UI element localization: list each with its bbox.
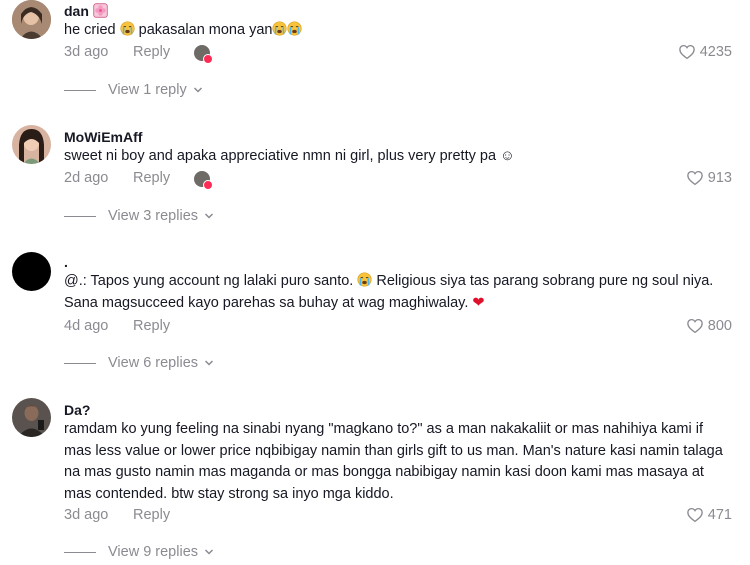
creator-liked-avatar — [194, 171, 213, 190]
comment-date: 3d ago — [64, 44, 109, 60]
comment-author[interactable]: dan — [64, 3, 108, 19]
comment-date: 4d ago — [64, 318, 109, 334]
chevron-down-icon — [193, 85, 203, 95]
comment-date: 3d ago — [64, 507, 109, 523]
comment-author[interactable]: . — [64, 254, 68, 270]
avatar-photo-icon — [12, 398, 51, 437]
divider-line — [64, 362, 96, 364]
author-name: dan — [64, 3, 89, 19]
heart-outline-icon — [686, 317, 704, 335]
avatar-photo-icon — [12, 125, 51, 164]
comment-author[interactable]: MoWiEmAff — [64, 129, 142, 145]
avatar[interactable] — [12, 0, 51, 39]
like-button[interactable]: 4235 — [678, 43, 732, 61]
view-replies-button[interactable]: View 6 replies — [64, 355, 214, 371]
divider-line — [64, 89, 96, 91]
view-replies-button[interactable]: View 9 replies — [64, 544, 214, 560]
avatar-photo-icon — [12, 0, 51, 39]
avatar[interactable] — [12, 125, 51, 164]
view-replies-button[interactable]: View 1 reply — [64, 82, 203, 98]
avatar[interactable] — [12, 252, 51, 291]
comment-text: ramdam ko yung feeling na sinabi nyang "… — [64, 421, 723, 502]
comment-meta: 4d ago Reply — [64, 318, 170, 334]
chevron-down-icon — [204, 211, 214, 221]
like-count: 913 — [707, 170, 732, 186]
reply-button[interactable]: Reply — [133, 170, 170, 186]
red-heart-emoji: ❤ — [472, 294, 485, 311]
comment-text: @.: Tapos yung account ng lalaki puro sa… — [64, 272, 714, 311]
comment-date: 2d ago — [64, 170, 109, 186]
like-count: 4235 — [699, 44, 732, 60]
heart-outline-icon — [678, 43, 696, 61]
like-button[interactable]: 471 — [686, 506, 732, 524]
like-count: 471 — [707, 507, 732, 523]
crying-face-emoji — [120, 21, 135, 36]
comment-text: he cried pakasalan mona yan — [64, 20, 734, 42]
crying-face-emoji — [287, 21, 302, 36]
crying-face-emoji — [357, 272, 372, 287]
heart-outline-icon — [686, 506, 704, 524]
crying-face-emoji — [272, 21, 287, 36]
divider-line — [64, 215, 96, 217]
avatar[interactable] — [12, 398, 51, 437]
divider-line — [64, 551, 96, 553]
chevron-down-icon — [204, 547, 214, 557]
like-button[interactable]: 800 — [686, 317, 732, 335]
cherry-blossom-emoji — [93, 3, 108, 18]
reply-button[interactable]: Reply — [133, 507, 170, 523]
creator-liked-avatar — [194, 45, 213, 64]
comment-meta: 3d ago Reply — [64, 507, 170, 523]
like-button[interactable]: 913 — [686, 169, 732, 187]
comment-text: sweet ni boy and apaka appreciative nmn … — [64, 148, 515, 164]
view-replies-button[interactable]: View 3 replies — [64, 208, 214, 224]
comment-author[interactable]: Da? — [64, 402, 90, 418]
comment-meta: 2d ago Reply — [64, 170, 170, 186]
reply-button[interactable]: Reply — [133, 318, 170, 334]
comment-meta: 3d ago Reply — [64, 44, 170, 60]
heart-outline-icon — [686, 169, 704, 187]
reply-button[interactable]: Reply — [133, 44, 170, 60]
like-count: 800 — [707, 318, 732, 334]
chevron-down-icon — [204, 358, 214, 368]
